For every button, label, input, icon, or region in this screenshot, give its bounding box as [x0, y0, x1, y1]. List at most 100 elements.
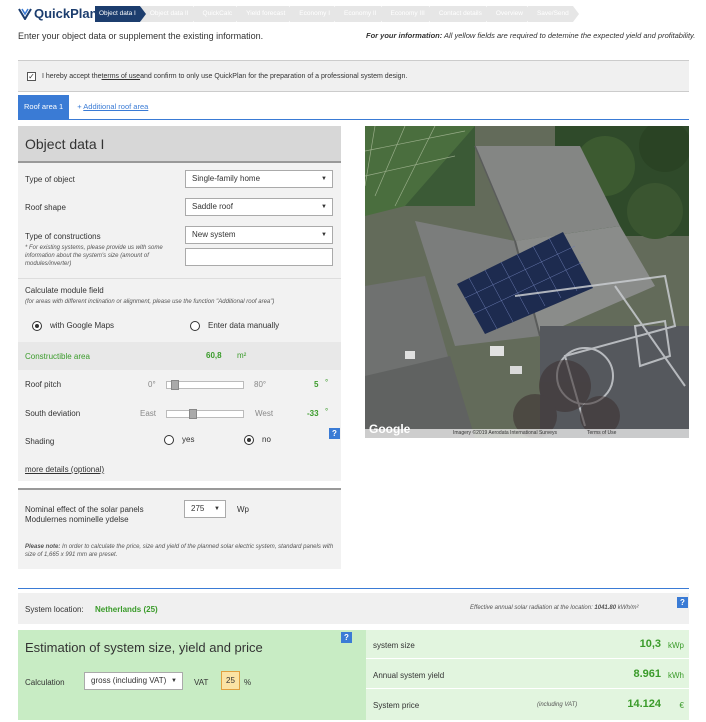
- satellite-map[interactable]: Google Imagery ©2019 Aerodata Internatio…: [365, 126, 689, 438]
- annual-yield-value: 8.961: [633, 668, 661, 680]
- south-deviation-label: South deviation: [25, 409, 81, 418]
- system-price-unit: €: [679, 701, 684, 710]
- accept-post: and confirm to only use QuickPlan for th…: [140, 72, 408, 80]
- google-logo: Google: [369, 422, 411, 436]
- option-enter-manually[interactable]: Enter data manually: [190, 321, 279, 331]
- type-of-object-label: Type of object: [25, 175, 75, 184]
- system-location-value: Netherlands (25): [95, 605, 158, 614]
- constructible-area-value: 60,8: [206, 351, 222, 360]
- info-note: For your information: All yellow fields …: [366, 31, 696, 41]
- wizard-step[interactable]: Yield forecast: [237, 6, 296, 22]
- type-of-constructions-value: New system: [192, 230, 236, 239]
- roof-tabs: Roof area 1 + Additional roof area: [18, 95, 689, 120]
- south-deviation-unit: °: [325, 407, 329, 416]
- more-details-link[interactable]: more details (optional): [25, 465, 104, 474]
- logo-text: QuickPlan: [34, 6, 98, 21]
- module-field-note: (for areas with different inclination or…: [25, 299, 275, 305]
- solar-radiation-value: 1041.80: [594, 605, 617, 611]
- results-panel: system size 10,3 kWp Annual system yield…: [366, 630, 689, 720]
- vat-label: VAT: [194, 678, 209, 687]
- wizard-step[interactable]: Save/Send: [527, 6, 579, 22]
- panel-note-lead: Please note:: [25, 544, 61, 550]
- map-terms-link[interactable]: Terms of Use: [587, 430, 616, 436]
- radio-shading-no[interactable]: [244, 435, 254, 445]
- chevron-down-icon: ▼: [214, 506, 220, 512]
- wizard-step[interactable]: Object data I: [95, 6, 146, 22]
- roof-pitch-thumb[interactable]: [171, 380, 180, 390]
- vat-unit: %: [244, 678, 252, 687]
- nominal-effect-label: Nominal effect of the solar panels Modul…: [25, 505, 144, 525]
- object-data-panel: Object data I Type of object Single-fami…: [18, 126, 341, 481]
- annual-yield-unit: kWh: [668, 671, 684, 680]
- add-roof-area-button[interactable]: + Additional roof area: [77, 95, 148, 119]
- help-icon[interactable]: ?: [677, 597, 688, 608]
- info-text: All yellow fields are required to detemi…: [442, 31, 696, 40]
- aerial-image: [365, 126, 689, 438]
- system-price-value: 14.124: [627, 698, 661, 710]
- result-system-price: System price (including VAT) 14.124 €: [366, 690, 689, 719]
- roof-shape-label: Roof shape: [25, 203, 66, 212]
- radio-shading-yes[interactable]: [164, 435, 174, 445]
- location-divider: [18, 588, 689, 589]
- chevron-down-icon: ▼: [321, 232, 327, 238]
- terms-accept-row: ✓ I hereby accept the terms of use and c…: [18, 60, 689, 92]
- result-annual-yield: Annual system yield 8.961 kWh: [366, 660, 689, 689]
- estimation-panel: Estimation of system size, yield and pri…: [18, 630, 366, 720]
- roof-pitch-min: 0°: [148, 380, 156, 389]
- system-location-bar: System location: Netherlands (25) Effect…: [18, 593, 689, 624]
- shading-no-option[interactable]: no: [244, 435, 271, 445]
- help-icon[interactable]: ?: [329, 428, 340, 439]
- wizard-step[interactable]: Object data II: [140, 6, 199, 22]
- roof-pitch-max: 80°: [254, 380, 267, 389]
- type-of-object-select[interactable]: Single-family home ▼: [185, 170, 333, 188]
- existing-system-size-input[interactable]: [185, 248, 333, 266]
- panel-title: Object data I: [18, 126, 341, 163]
- tab-roof-area-1[interactable]: Roof area 1: [18, 95, 70, 119]
- system-location-label: System location:: [25, 605, 84, 614]
- annual-yield-label: Annual system yield: [373, 671, 445, 680]
- info-lead: For your information:: [366, 31, 443, 40]
- system-size-unit: kWp: [668, 641, 684, 650]
- vat-input[interactable]: 25: [221, 671, 240, 690]
- radio-enter-manually[interactable]: [190, 321, 200, 331]
- south-deviation-thumb[interactable]: [188, 409, 197, 419]
- roof-pitch-slider[interactable]: [166, 380, 244, 390]
- wizard-step[interactable]: Overview: [486, 6, 534, 22]
- logo-icon: [18, 7, 32, 20]
- nominal-effect-select[interactable]: 275 ▼: [184, 500, 226, 518]
- wizard-step[interactable]: Economy II: [335, 6, 386, 22]
- wizard-step[interactable]: QuickCalc: [193, 6, 242, 22]
- system-size-label: system size: [373, 641, 415, 650]
- wizard-step[interactable]: Contact details: [429, 6, 492, 22]
- option-google-maps[interactable]: with Google Maps: [32, 321, 114, 331]
- solar-panel-panel: Nominal effect of the solar panels Modul…: [18, 488, 341, 569]
- option-enter-manually-label: Enter data manually: [208, 321, 280, 331]
- solar-radiation-text: Effective annual solar radiation at the …: [470, 605, 638, 611]
- roof-shape-value: Saddle roof: [192, 202, 233, 211]
- calculation-value: gross (including VAT): [91, 676, 167, 685]
- type-of-constructions-select[interactable]: New system ▼: [185, 226, 333, 244]
- south-deviation-slider[interactable]: [166, 409, 244, 419]
- terms-of-use-link[interactable]: terms of use: [102, 73, 141, 80]
- panel-size-note: Please note: In order to calculate the p…: [25, 543, 335, 559]
- header: QuickPlan Object data I Object data II Qui…: [0, 0, 706, 28]
- wizard-step[interactable]: Economy III: [381, 6, 436, 22]
- south-deviation-max: West: [255, 409, 274, 418]
- add-roof-area-label: Additional roof area: [83, 102, 149, 111]
- shading-yes-option[interactable]: yes: [164, 435, 194, 445]
- roof-pitch-value: 5: [314, 380, 319, 389]
- wizard-step[interactable]: Economy I: [290, 6, 340, 22]
- terms-checkbox[interactable]: ✓: [27, 71, 36, 81]
- roof-shape-select[interactable]: Saddle roof ▼: [185, 198, 333, 216]
- nominal-effect-value: 275: [191, 504, 205, 513]
- south-deviation-min: East: [140, 409, 157, 418]
- divider: [18, 278, 341, 279]
- module-field-label: Calculate module field: [25, 286, 104, 295]
- quickplan-logo[interactable]: QuickPlan: [18, 6, 98, 21]
- radio-google-maps[interactable]: [32, 321, 42, 331]
- solar-radiation-unit: kWh/m²: [616, 605, 639, 611]
- help-icon[interactable]: ?: [341, 632, 352, 643]
- calculation-select[interactable]: gross (including VAT) ▼: [84, 672, 183, 690]
- map-attribution: Imagery ©2019 Aerodata International Sur…: [453, 430, 558, 436]
- chevron-down-icon: ▼: [171, 678, 177, 684]
